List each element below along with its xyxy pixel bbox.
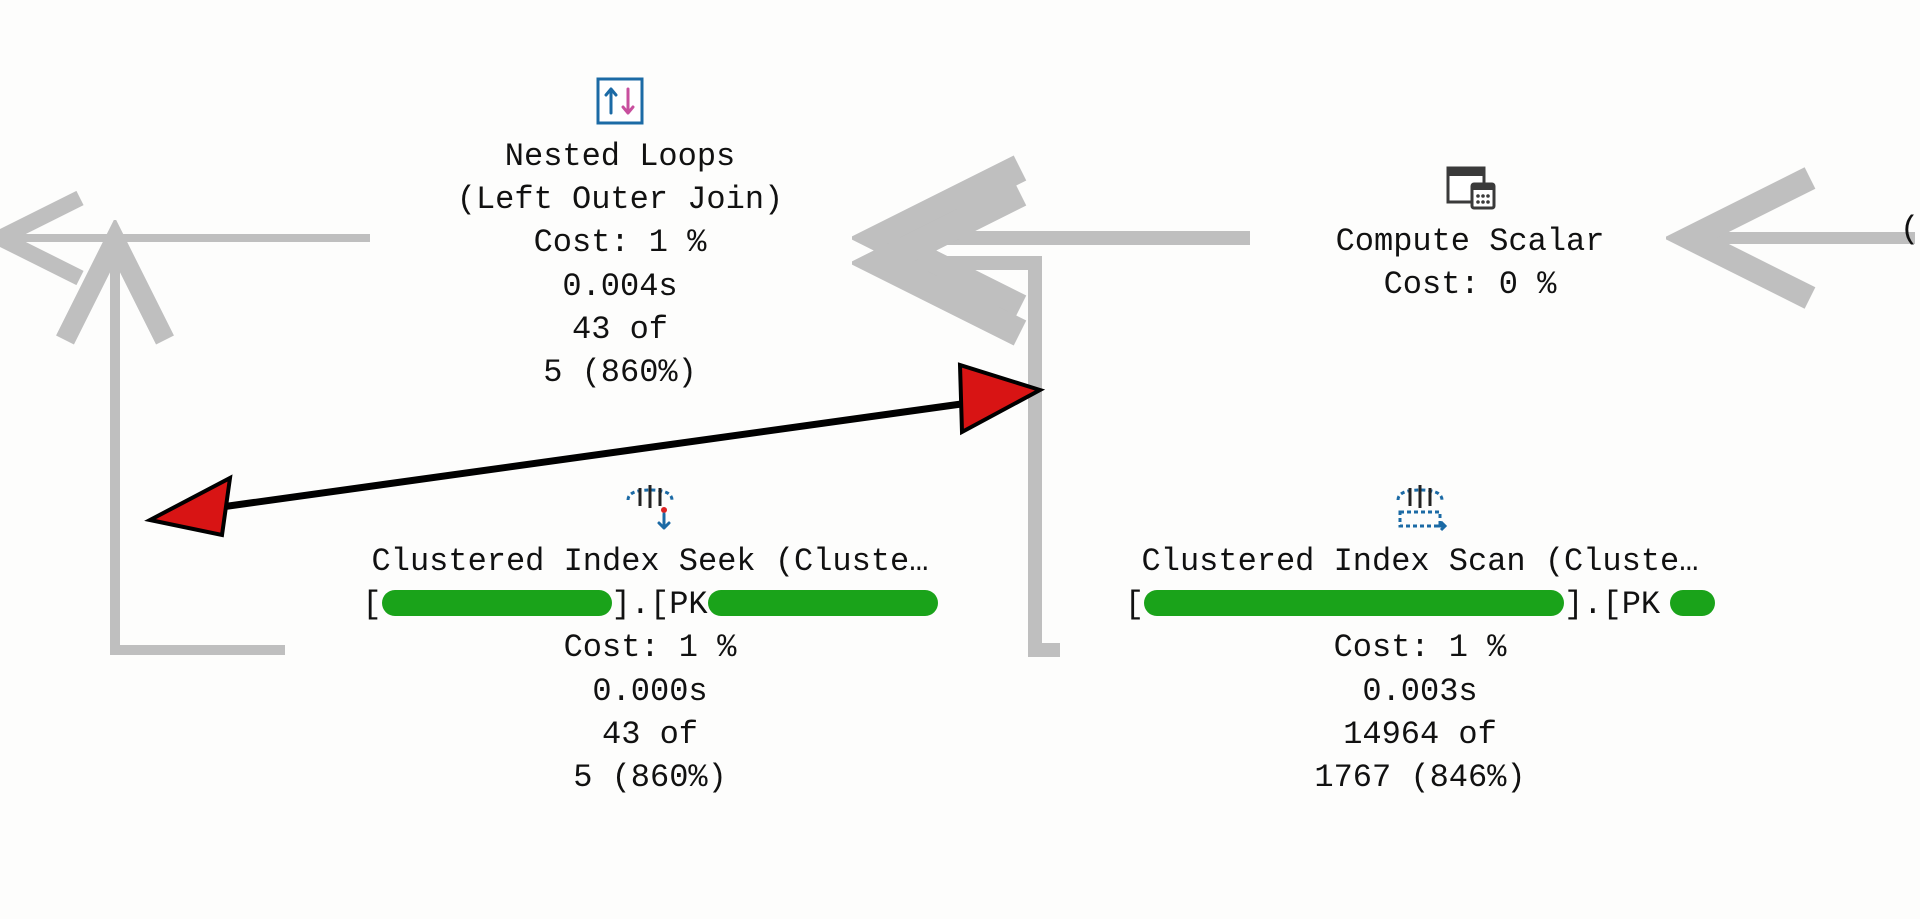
op-actual: 43 of — [380, 308, 860, 351]
op-estimate: 5 (860%) — [380, 351, 860, 394]
index-seek-icon — [290, 480, 1010, 532]
op-title: Clustered Index Scan (Cluste… — [1060, 540, 1780, 583]
op-cost: Cost: 1 % — [380, 221, 860, 264]
redaction — [1670, 590, 1715, 616]
truncated-text: ( — [1900, 208, 1919, 251]
index-scan-icon — [1060, 480, 1780, 532]
op-cost: Cost: 1 % — [290, 626, 1010, 669]
op-title: Nested Loops — [380, 135, 860, 178]
op-time: 0.000s — [290, 670, 1010, 713]
redaction — [382, 590, 612, 616]
compute-scalar-icon — [1250, 160, 1690, 212]
operator-index-seek[interactable]: Clustered Index Seek (Cluste… [].[PK Cos… — [290, 480, 1010, 799]
op-object: [].[PK — [1060, 583, 1780, 626]
op-time: 0.003s — [1060, 670, 1780, 713]
op-actual: 14964 of — [1060, 713, 1780, 756]
op-cost: Cost: 1 % — [1060, 626, 1780, 669]
nested-loops-icon — [380, 75, 860, 127]
op-subtitle: (Left Outer Join) — [380, 178, 860, 221]
op-title: Clustered Index Seek (Cluste… — [290, 540, 1010, 583]
operator-nested-loops[interactable]: Nested Loops (Left Outer Join) Cost: 1 %… — [380, 75, 860, 394]
op-title: Compute Scalar — [1250, 220, 1690, 263]
redaction — [1144, 590, 1564, 616]
redaction — [708, 590, 938, 616]
op-time: 0.004s — [380, 265, 860, 308]
op-estimate: 5 (860%) — [290, 756, 1010, 799]
op-estimate: 1767 (846%) — [1060, 756, 1780, 799]
operator-index-scan[interactable]: Clustered Index Scan (Cluste… [].[PK Cos… — [1060, 480, 1780, 799]
op-object: [].[PK — [290, 583, 1010, 626]
op-actual: 43 of — [290, 713, 1010, 756]
op-cost: Cost: 0 % — [1250, 263, 1690, 306]
operator-compute-scalar[interactable]: Compute Scalar Cost: 0 % — [1250, 160, 1690, 306]
